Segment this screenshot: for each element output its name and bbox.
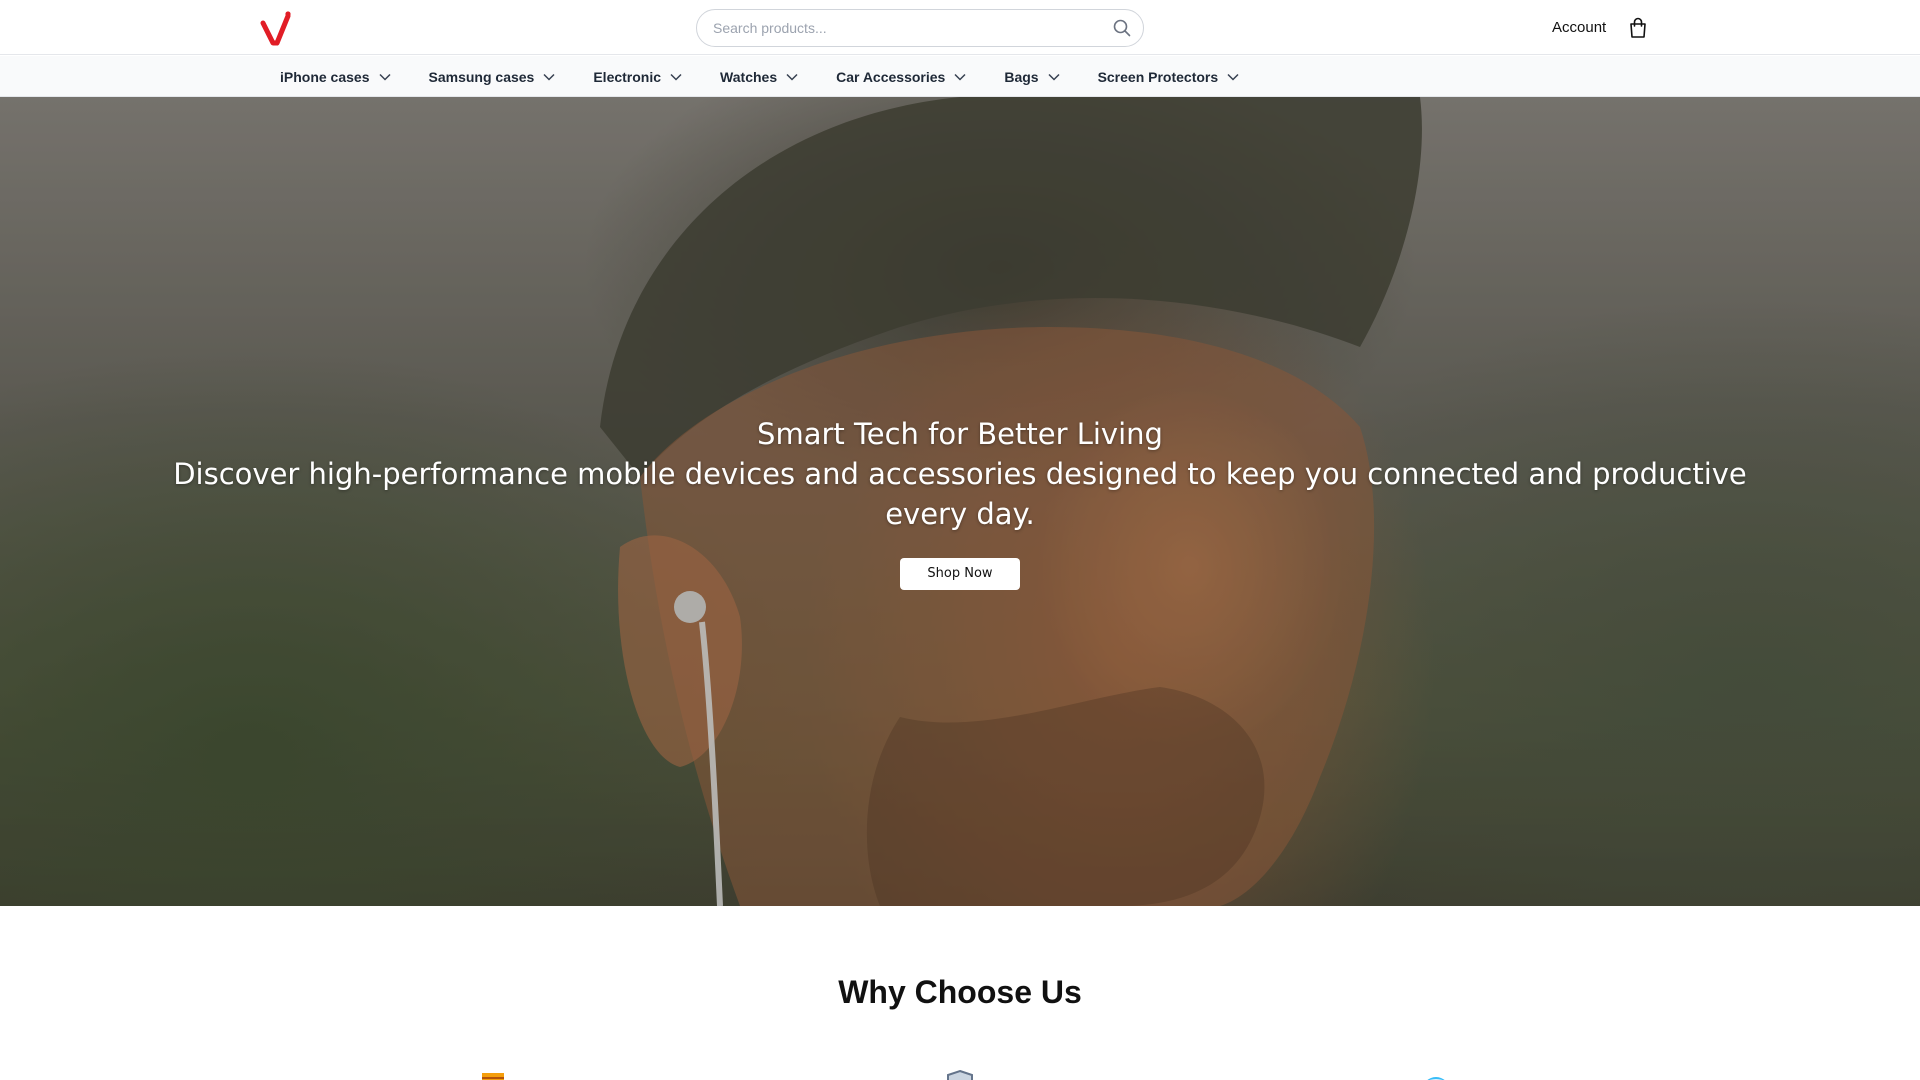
nav-item-watches[interactable]: Watches (720, 56, 798, 97)
nav-item-iphone-cases[interactable]: iPhone cases (280, 56, 391, 97)
hero-title: Smart Tech for Better Living (757, 417, 1163, 451)
nav-item-label: iPhone cases (280, 68, 370, 85)
why-choose-us-heading: Why Choose Us (838, 974, 1082, 1010)
nav-item-label: Screen Protectors (1097, 68, 1219, 85)
shield-icon (947, 1069, 973, 1080)
logo-mark-icon (260, 11, 291, 46)
nav-item-samsung-cases[interactable]: Samsung cases (429, 56, 556, 97)
search-icon (1113, 19, 1131, 37)
hero-content: Smart Tech for Better Living Discover hi… (0, 414, 1920, 590)
chevron-down-icon (543, 73, 555, 81)
nav-item-car-accessories[interactable]: Car Accessories (836, 56, 966, 97)
nav-item-label: Car Accessories (836, 68, 946, 85)
nav-item-label: Electronic (593, 68, 662, 85)
globe-icon (1427, 1077, 1445, 1080)
hero-banner: Smart Tech for Better Living Discover hi… (0, 97, 1920, 906)
chevron-down-icon (786, 73, 798, 81)
chevron-down-icon (954, 73, 966, 81)
chevron-down-icon (1048, 73, 1060, 81)
shop-now-button[interactable]: Shop Now (900, 558, 1020, 590)
chevron-down-icon (1227, 73, 1239, 81)
search-button[interactable] (1113, 19, 1131, 37)
cart-button[interactable] (1628, 17, 1648, 39)
shopping-bag-icon (1630, 17, 1646, 38)
account-link[interactable]: Account (1552, 19, 1606, 37)
delivery-icon (482, 1073, 504, 1080)
category-nav: iPhone cases Samsung cases Electronic Wa… (0, 56, 1920, 97)
nav-item-screen-protectors[interactable]: Screen Protectors (1098, 56, 1240, 97)
brand-logo[interactable] (260, 10, 292, 46)
nav-item-label: Bags (1004, 68, 1039, 85)
chevron-down-icon (378, 73, 391, 81)
search-bar (696, 9, 1144, 47)
chevron-down-icon (670, 73, 682, 81)
nav-item-label: Samsung cases (428, 68, 535, 85)
nav-item-electronic[interactable]: Electronic (593, 56, 682, 97)
hero-subtitle: Discover high-performance mobile devices… (173, 457, 1747, 531)
site-header: Account (0, 0, 1920, 55)
nav-item-bags[interactable]: Bags (1004, 56, 1060, 97)
search-input[interactable] (713, 10, 1093, 46)
nav-item-label: Watches (720, 68, 778, 85)
